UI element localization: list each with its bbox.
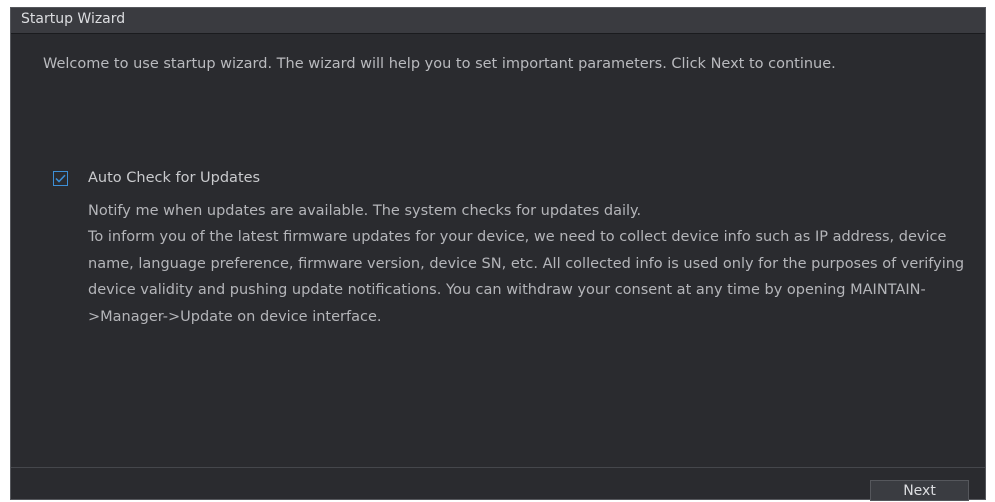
title-bar: Startup Wizard [11,8,985,34]
auto-check-updates-option[interactable]: Auto Check for Updates [53,167,260,189]
auto-check-updates-checkbox[interactable] [53,170,68,186]
checkmark-icon [55,174,66,183]
welcome-message: Welcome to use startup wizard. The wizar… [43,56,836,72]
update-privacy-notice: Notify me when updates are available. Th… [88,198,968,330]
privacy-notice-text: To inform you of the latest firmware upd… [88,229,965,325]
window-title: Startup Wizard [21,11,126,27]
update-notice-line: Notify me when updates are available. Th… [88,203,642,219]
auto-check-updates-label: Auto Check for Updates [88,170,261,186]
dialog-footer: Next [11,467,985,501]
next-button[interactable]: Next [870,480,969,501]
startup-wizard-dialog: Startup Wizard Welcome to use startup wi… [10,7,986,501]
